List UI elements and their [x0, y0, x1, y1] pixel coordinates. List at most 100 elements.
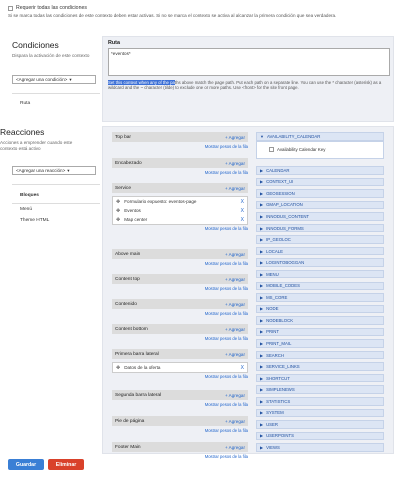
- block-group-collapsed[interactable]: ▶ SEARCH: [256, 350, 384, 360]
- block-group-collapsed[interactable]: ▶ NODE: [256, 304, 384, 314]
- triangle-right-icon: ▶: [260, 248, 264, 254]
- region-header: Above main + Agregar: [112, 249, 248, 259]
- add-reaction-select[interactable]: <Agregar una reacción> ▾: [12, 166, 96, 175]
- reaction-item-menu[interactable]: Menú: [20, 207, 32, 212]
- reaction-item-bloques[interactable]: Bloques: [20, 193, 39, 198]
- block-group-collapsed[interactable]: ▶ VIEWS: [256, 443, 384, 452]
- block-group-open[interactable]: ▼ AVAILABILITY_CALENDAR: [256, 132, 384, 141]
- path-textarea[interactable]: [108, 48, 390, 76]
- region-block-row[interactable]: ✥ Formulario expuesto: eventos-page X: [113, 197, 247, 206]
- triangle-right-icon: ▶: [260, 213, 264, 219]
- block-group-collapsed[interactable]: ▶ INNODUS_CONTENT: [256, 212, 384, 221]
- block-group-collapsed[interactable]: ▶ SIMPLENEWS: [256, 385, 384, 394]
- add-block-link[interactable]: + Agregar: [225, 161, 245, 166]
- block-group-collapsed[interactable]: ▶ SERVICE_LINKS: [256, 362, 384, 371]
- reaction-item-divider: [12, 203, 100, 204]
- block-group-collapsed[interactable]: ▶ MOBILE_CODES: [256, 281, 384, 290]
- path-help-text: Set this context when any of the paths a…: [108, 80, 392, 91]
- block-group-collapsed[interactable]: ▶ USERPOINTS: [256, 431, 384, 441]
- region-name: Above main: [115, 251, 141, 257]
- show-row-weights-link[interactable]: Mostrar pesos de la fila: [112, 261, 248, 266]
- block-group-collapsed[interactable]: ▶ SYSTEM: [256, 408, 384, 418]
- remove-block-button[interactable]: X: [241, 217, 244, 223]
- block-group-collapsed[interactable]: ▶ MS_CORE: [256, 293, 384, 302]
- block-group-collapsed[interactable]: ▶ GMAP_LOCATION: [256, 200, 384, 210]
- add-block-link[interactable]: + Agregar: [225, 352, 245, 357]
- block-group-collapsed[interactable]: ▶ SHORTCUT: [256, 373, 384, 383]
- block-group-collapsed[interactable]: ▶ CONTEXT_UI: [256, 177, 384, 187]
- triangle-right-icon: ▶: [260, 167, 264, 173]
- show-row-weights-link[interactable]: Mostrar pesos de la fila: [112, 144, 248, 149]
- block-group-collapsed[interactable]: ▶ GEOSESSION: [256, 189, 384, 198]
- show-row-weights-link[interactable]: Mostrar pesos de la fila: [112, 428, 248, 433]
- block-group-collapsed[interactable]: ▶ INNODUS_FORMS: [256, 223, 384, 233]
- region-name: Pie de página: [115, 418, 145, 424]
- block-option-checkbox[interactable]: [269, 147, 274, 152]
- region-block-row[interactable]: ✥ Eventos X: [113, 206, 247, 215]
- block-group-collapsed[interactable]: ▶ MENU: [256, 269, 384, 279]
- show-row-weights-link[interactable]: Mostrar pesos de la fila: [112, 336, 248, 341]
- conditions-title: Condiciones: [12, 40, 59, 50]
- show-row-weights-link[interactable]: Mostrar pesos de la fila: [112, 170, 248, 175]
- block-group-name: AVAILABILITY_CALENDAR: [266, 133, 321, 139]
- block-group-collapsed[interactable]: ▶ IP_GEOLOC: [256, 235, 384, 244]
- drag-handle-icon[interactable]: ✥: [116, 217, 120, 223]
- reaction-item-theme-html[interactable]: Theme HTML: [20, 218, 49, 223]
- block-group-name: CONTEXT_UI: [266, 179, 294, 185]
- region-header: Contenido + Agregar: [112, 299, 248, 309]
- add-block-link[interactable]: + Agregar: [225, 302, 245, 307]
- chevron-down-icon: ▾: [67, 167, 70, 173]
- block-group-collapsed[interactable]: ▶ STATISTICS: [256, 397, 384, 406]
- add-block-link[interactable]: + Agregar: [225, 277, 245, 282]
- block-group-collapsed[interactable]: ▶ LOCALE: [256, 246, 384, 256]
- show-row-weights-link[interactable]: Mostrar pesos de la fila: [112, 311, 248, 316]
- add-block-link[interactable]: + Agregar: [225, 327, 245, 332]
- block-group-name: USERPOINTS: [266, 433, 295, 439]
- region-header: Service + Agregar: [112, 183, 248, 193]
- show-row-weights-link[interactable]: Mostrar pesos de la fila: [112, 374, 248, 379]
- block-group-name: LOGINTOBOGGAN: [266, 260, 305, 266]
- show-row-weights-link[interactable]: Mostrar pesos de la fila: [112, 286, 248, 291]
- block-group-collapsed[interactable]: ▶ CALENDAR: [256, 166, 384, 175]
- region-block-row[interactable]: ✥ Map center X: [113, 215, 247, 224]
- reactions-divider: [12, 184, 100, 185]
- show-row-weights-link[interactable]: Mostrar pesos de la fila: [112, 402, 248, 407]
- add-block-link[interactable]: + Agregar: [225, 252, 245, 257]
- add-block-link[interactable]: + Agregar: [225, 419, 245, 424]
- block-group-name: GMAP_LOCATION: [266, 202, 303, 208]
- require-all-row[interactable]: Requerir todas las condiciones: [8, 4, 87, 12]
- drag-handle-icon[interactable]: ✥: [116, 208, 120, 214]
- add-block-link[interactable]: + Agregar: [225, 445, 245, 450]
- drag-handle-icon[interactable]: ✥: [116, 199, 120, 205]
- add-block-link[interactable]: + Agregar: [225, 135, 245, 140]
- show-row-weights-link[interactable]: Mostrar pesos de la fila: [112, 226, 248, 231]
- region-block-row[interactable]: ✥ Datos de la oferta X: [113, 363, 247, 372]
- add-block-link[interactable]: + Agregar: [225, 393, 245, 398]
- block-group-name: PRINT_MAIL: [266, 341, 292, 346]
- region-name: Primera barra lateral: [115, 351, 159, 357]
- block-group-collapsed[interactable]: ▶ PRINT: [256, 327, 384, 337]
- triangle-right-icon: ▶: [260, 260, 264, 266]
- block-group-collapsed[interactable]: ▶ USER: [256, 420, 384, 429]
- remove-block-button[interactable]: X: [241, 208, 244, 214]
- block-option[interactable]: Availability Calendar Key: [269, 147, 326, 152]
- block-group-collapsed[interactable]: ▶ NODEBLOCK: [256, 316, 384, 325]
- triangle-right-icon: ▶: [260, 306, 264, 312]
- remove-block-button[interactable]: X: [241, 199, 244, 205]
- condition-item-ruta[interactable]: Ruta: [20, 101, 30, 106]
- drag-handle-icon[interactable]: ✥: [116, 365, 120, 371]
- region-block-list: ✥ Datos de la oferta X: [112, 362, 248, 373]
- region-header: Content bottom + Agregar: [112, 324, 248, 334]
- add-condition-select[interactable]: <Agregar una condición> ▾: [12, 75, 96, 84]
- block-group-name: SEARCH: [266, 352, 284, 358]
- save-button[interactable]: Guardar: [8, 459, 44, 470]
- remove-block-button[interactable]: X: [241, 365, 244, 371]
- require-all-checkbox[interactable]: [8, 5, 13, 11]
- block-group-collapsed[interactable]: ▶ LOGINTOBOGGAN: [256, 258, 384, 267]
- block-group-collapsed[interactable]: ▶ PRINT_MAIL: [256, 339, 384, 348]
- add-block-link[interactable]: + Agregar: [225, 186, 245, 191]
- show-row-weights-link[interactable]: Mostrar pesos de la fila: [112, 454, 248, 459]
- triangle-right-icon: ▶: [260, 237, 264, 243]
- delete-button[interactable]: Eliminar: [48, 459, 84, 470]
- block-group-name: INNODUS_CONTENT: [266, 213, 310, 219]
